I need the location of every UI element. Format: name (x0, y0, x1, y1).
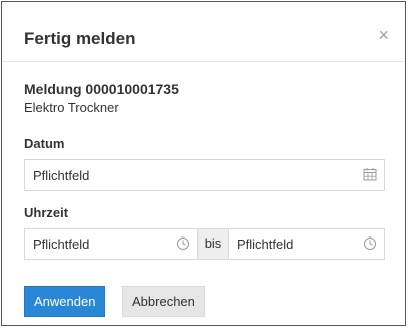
time-to-field[interactable]: Pflichtfeld (228, 228, 385, 260)
dialog-header: Fertig melden × (2, 2, 405, 62)
message-title: Meldung 000010001735 (24, 81, 179, 97)
time-range-separator: bis (198, 228, 228, 260)
date-field[interactable]: Pflichtfeld (24, 159, 385, 191)
clock-icon[interactable] (175, 235, 191, 251)
time-label: Uhrzeit (24, 205, 69, 220)
time-to-placeholder: Pflichtfeld (237, 237, 294, 252)
clock-icon[interactable] (362, 235, 378, 251)
date-placeholder: Pflichtfeld (33, 168, 90, 183)
apply-button[interactable]: Anwenden (24, 286, 106, 317)
message-subtitle: Elektro Trockner (24, 100, 119, 115)
time-from-placeholder: Pflichtfeld (33, 237, 90, 252)
calendar-icon[interactable] (362, 166, 378, 182)
time-from-field[interactable]: Pflichtfeld (24, 228, 198, 260)
date-label: Datum (24, 136, 65, 151)
finish-dialog: Fertig melden × Meldung 000010001735 Ele… (1, 1, 406, 326)
cancel-button[interactable]: Abbrechen (122, 286, 205, 317)
close-icon[interactable]: × (378, 26, 389, 44)
dialog-title: Fertig melden (24, 29, 136, 48)
